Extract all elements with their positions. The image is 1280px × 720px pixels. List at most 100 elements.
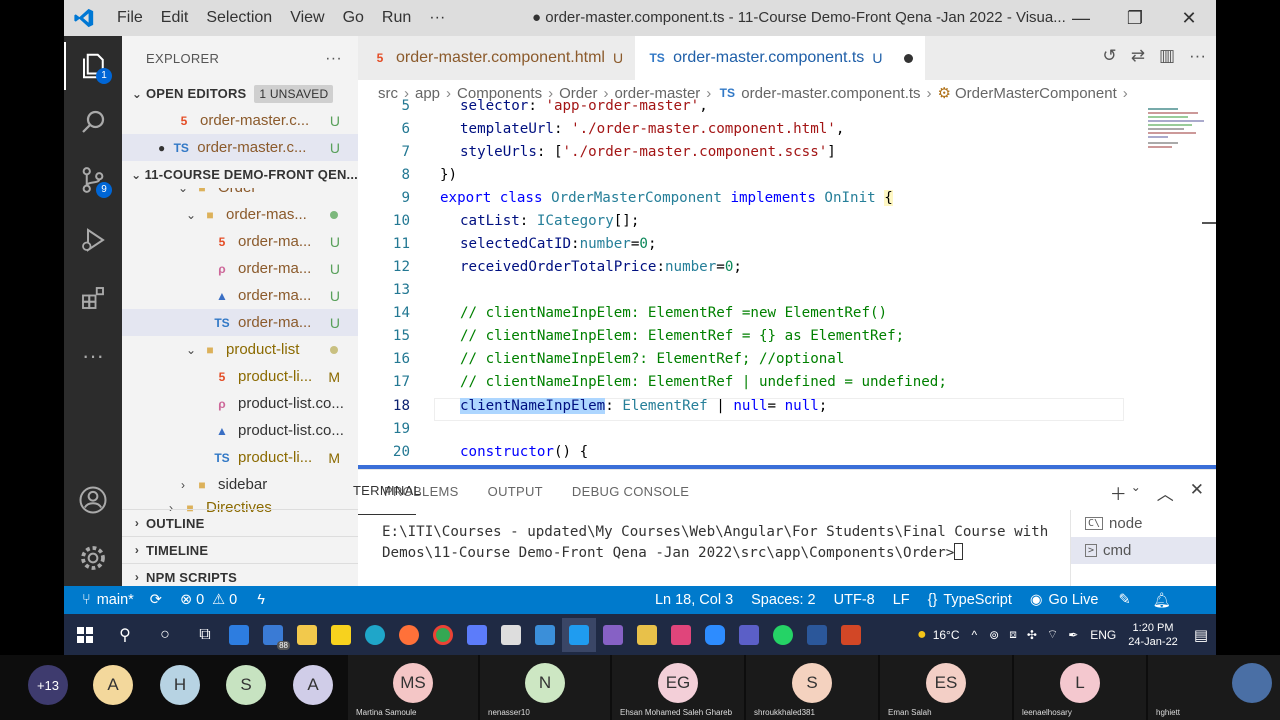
language-mode[interactable]: TypeScript — [943, 592, 1012, 608]
source-control-activity[interactable]: 9 — [64, 156, 122, 204]
whatsapp-icon[interactable] — [766, 618, 800, 652]
split-editor-icon[interactable]: ▥ — [1159, 46, 1175, 66]
close-panel-icon[interactable]: ✕ — [1190, 480, 1204, 505]
menu-run[interactable]: Run — [373, 0, 420, 36]
powerpoint-icon[interactable] — [834, 618, 868, 652]
file-explorer-icon[interactable] — [290, 618, 324, 652]
participant-tile[interactable]: hghiett — [1148, 655, 1280, 720]
tree-file[interactable]: ▲ order-ma... U — [122, 282, 358, 309]
run-debug-activity[interactable] — [64, 216, 122, 264]
zoom-icon[interactable] — [698, 618, 732, 652]
close-window-button[interactable]: ✕ — [1162, 0, 1216, 36]
tray-app-icon[interactable]: ✣ — [1027, 628, 1037, 642]
tree-file[interactable]: ρ order-ma... U — [122, 255, 358, 282]
npm-scripts-section[interactable]: › NPM SCRIPTS — [122, 563, 358, 586]
language-indicator[interactable]: ENG — [1090, 628, 1116, 642]
timeline-section[interactable]: › TIMELINE — [122, 536, 358, 563]
restore-button[interactable]: ❐ — [1108, 0, 1162, 36]
extensions-activity[interactable] — [64, 274, 122, 322]
terminal-output[interactable]: E:\ITI\Courses - updated\My Courses\Web\… — [382, 522, 1052, 564]
participant-avatar[interactable]: H — [160, 665, 200, 705]
snip-icon[interactable] — [528, 618, 562, 652]
open-editor-item-active[interactable]: ● TS order-master.c... U — [122, 134, 358, 161]
menu-edit[interactable]: Edit — [152, 0, 198, 36]
participant-tile[interactable]: EG Ehsan Mohamed Saleh Ghareb — [612, 655, 744, 720]
tree-file[interactable]: ▲ product-list.co... — [122, 417, 358, 444]
tree-file-selected[interactable]: TS order-ma... U — [122, 309, 358, 336]
mail-icon[interactable]: 88 — [256, 618, 290, 652]
tree-folder-order[interactable]: ⌄■ Order — [122, 188, 358, 201]
branch-name[interactable]: main* — [97, 592, 134, 608]
explorer-more-icon[interactable]: ··· — [325, 50, 342, 68]
action-center-icon[interactable]: ▤ — [1194, 626, 1208, 644]
code-editor[interactable]: 5 6 7 8 9 10 11 12 13 14 15 16 17 18 19 … — [358, 98, 1216, 466]
sticky-notes-icon[interactable] — [324, 618, 358, 652]
unsaved-dot-icon[interactable]: ● — [158, 141, 165, 155]
tray-chevron-up-icon[interactable]: ^ — [972, 628, 978, 642]
accounts-activity[interactable] — [64, 476, 122, 524]
error-count[interactable]: 0 — [196, 592, 204, 608]
menu-file[interactable]: File — [108, 0, 152, 36]
teams-icon[interactable] — [732, 618, 766, 652]
wifi-icon[interactable]: ⌔ — [1047, 627, 1058, 642]
open-editors-header[interactable]: ⌄ OPEN EDITORS 1 UNSAVED — [122, 80, 358, 107]
tray-app-icon[interactable]: ⧈ — [1009, 627, 1017, 642]
breadcrumb-item[interactable]: OrderMasterComponent — [955, 85, 1117, 102]
end-of-line[interactable]: LF — [893, 592, 910, 608]
tab-order-master-html[interactable]: 5 order-master.component.html U — [358, 36, 636, 80]
cursor-position[interactable]: Ln 18, Col 3 — [655, 592, 733, 608]
participant-tile[interactable]: Nnenasser10 — [480, 655, 610, 720]
vscode-taskbar-icon[interactable] — [562, 617, 596, 652]
outline-section[interactable]: › OUTLINE — [122, 509, 358, 536]
warning-count[interactable]: 0 — [229, 592, 237, 608]
more-activity-icon[interactable]: ··· — [64, 332, 122, 380]
terminal-app-icon[interactable] — [664, 618, 698, 652]
word-icon[interactable] — [800, 618, 834, 652]
tab-order-master-ts[interactable]: TS order-master.component.ts U — [635, 36, 926, 80]
manage-activity[interactable] — [64, 534, 122, 582]
menu-selection[interactable]: Selection — [197, 0, 281, 36]
cortana-icon[interactable]: ○ — [148, 618, 182, 652]
firefox-icon[interactable] — [392, 618, 426, 652]
task-view-icon[interactable]: ⧉ — [188, 618, 222, 652]
tree-file[interactable]: TS product-li... M — [122, 444, 358, 471]
participant-avatar[interactable]: S — [226, 665, 266, 705]
go-live-button[interactable]: Go Live — [1049, 592, 1099, 608]
calculator-icon[interactable] — [460, 618, 494, 652]
compare-changes-icon[interactable]: ⇄ — [1131, 46, 1145, 66]
tree-folder-order-master[interactable]: ⌄ ■ order-mas... — [122, 201, 358, 228]
tab-terminal[interactable]: TERMINAL — [353, 467, 421, 515]
tree-folder-product-list[interactable]: ⌄ ■ product-list — [122, 336, 358, 363]
timeline-history-icon[interactable]: ↺ — [1102, 46, 1116, 66]
participant-avatar[interactable]: A — [293, 665, 333, 705]
notifications-bell-icon[interactable]: 🔔︎ — [1153, 592, 1171, 609]
weather-temp[interactable]: 16°C — [933, 628, 960, 642]
new-terminal-icon[interactable]: ＋ — [1110, 480, 1127, 505]
more-participants-button[interactable]: +13 — [28, 665, 68, 705]
store-icon[interactable] — [222, 618, 256, 652]
minimize-button[interactable]: — — [1054, 0, 1108, 36]
search-icon[interactable]: ⚲ — [108, 618, 142, 652]
menu-view[interactable]: View — [281, 0, 333, 36]
more-actions-icon[interactable]: ··· — [1189, 46, 1206, 66]
visual-studio-icon[interactable] — [596, 618, 630, 652]
participant-tile[interactable]: Sshroukkhaled381 — [746, 655, 878, 720]
terminal-item-node[interactable]: C\ node — [1071, 510, 1216, 537]
explorer-activity[interactable]: 1 — [64, 42, 122, 90]
project-header[interactable]: ⌄ 11-COURSE DEMO-FRONT QEN... — [122, 161, 358, 188]
breadcrumb-item[interactable]: order-master.component.ts — [741, 85, 920, 102]
lightning-icon[interactable]: ϟ — [257, 592, 265, 608]
minimap[interactable] — [1144, 106, 1216, 466]
participant-avatar[interactable]: A — [93, 665, 133, 705]
chrome-icon[interactable] — [426, 618, 460, 652]
tab-debug-console[interactable]: DEBUG CONSOLE — [572, 474, 689, 509]
terminal-item-cmd[interactable]: > cmd — [1071, 537, 1216, 564]
clock[interactable]: 1:20 PM 24-Jan-22 — [1128, 621, 1178, 649]
open-editor-item[interactable]: 5 order-master.c... U — [122, 107, 358, 134]
maximize-panel-icon[interactable]: ︿ — [1157, 480, 1174, 505]
chevron-down-icon[interactable]: ⌄ — [1131, 480, 1141, 505]
tree-file[interactable]: 5 product-li... M — [122, 363, 358, 390]
feedback-icon[interactable]: ✎ — [1118, 592, 1130, 608]
search-activity[interactable] — [64, 98, 122, 146]
whiteboard-icon[interactable] — [494, 618, 528, 652]
